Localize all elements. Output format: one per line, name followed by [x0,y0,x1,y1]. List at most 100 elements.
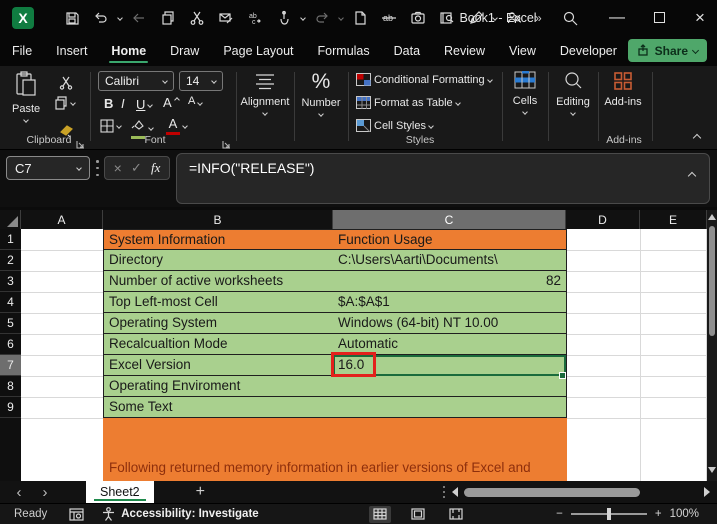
tab-developer[interactable]: Developer [548,35,629,66]
cell-c8[interactable] [333,376,567,397]
column-header-a[interactable]: A [21,210,103,229]
cell-c3[interactable]: 82 [333,271,567,292]
font-name-select[interactable]: Calibri [98,71,174,91]
cell-b7[interactable]: Excel Version [103,355,334,376]
cut-icon[interactable] [185,6,209,30]
back-icon[interactable] [127,6,151,30]
collapse-ribbon-icon[interactable] [692,133,702,143]
translate-icon[interactable]: ab c [243,6,267,30]
mail-icon[interactable] [214,6,238,30]
zoom-slider[interactable] [570,508,647,520]
cell-c1[interactable]: Function Usage [333,229,567,250]
bold-button[interactable]: B [104,96,113,111]
cell-b1[interactable]: System Information [103,229,334,250]
cut-icon[interactable] [54,71,78,95]
sheet-tab-sheet2[interactable]: Sheet2 [86,481,154,503]
tab-draw[interactable]: Draw [158,35,211,66]
column-header-c[interactable]: C [333,210,566,229]
row-header-9[interactable]: 9 [0,397,21,418]
column-header-d[interactable]: D [566,210,640,229]
name-box-splitter[interactable] [96,160,99,176]
cells-button[interactable]: Cells [504,71,546,115]
cell-styles-button[interactable]: Cell Styles [356,119,434,132]
horizontal-scrollbar[interactable] [452,484,710,500]
row-header-6[interactable]: 6 [0,334,21,355]
row-header-5[interactable]: 5 [0,313,21,334]
minimize-button[interactable]: — [600,0,634,35]
formula-input[interactable]: =INFO("RELEASE") [176,153,710,204]
prev-sheet-icon[interactable]: ‹ [6,484,32,501]
format-as-table-button[interactable]: Format as Table [356,96,461,109]
select-all-button[interactable] [0,210,21,229]
tab-insert[interactable]: Insert [44,35,99,66]
scroll-up-icon[interactable] [708,214,716,220]
conditional-formatting-button[interactable]: Conditional Formatting [356,73,493,86]
page-break-view-icon[interactable] [445,506,467,523]
zoom-in-icon[interactable]: + [655,508,662,520]
horizontal-scroll-thumb[interactable] [464,487,640,497]
increase-font-button[interactable]: A [163,95,180,110]
scroll-down-icon[interactable] [708,467,716,473]
zoom-slider-handle[interactable] [606,508,611,520]
accessibility-icon[interactable] [102,507,115,521]
zoom-out-icon[interactable]: − [556,508,563,520]
touch-mode-icon[interactable] [272,6,296,30]
font-color-button[interactable]: A [166,116,188,135]
cell-b4[interactable]: Top Left-most Cell [103,292,334,313]
zoom-level[interactable]: 100% [670,508,699,520]
undo-icon[interactable] [89,6,113,30]
row-header-3[interactable]: 3 [0,271,21,292]
cell-b3[interactable]: Number of active worksheets [103,271,334,292]
number-button[interactable]: % Number [296,70,346,117]
cell-b8[interactable]: Operating Enviroment [103,376,334,397]
tab-review[interactable]: Review [432,35,497,66]
search-icon[interactable] [558,6,582,30]
column-header-e[interactable]: E [640,210,707,229]
new-file-icon[interactable] [348,6,372,30]
page-layout-view-icon[interactable] [407,506,429,523]
formula-bar-collapse-icon[interactable] [687,171,697,181]
cell-c4[interactable]: $A:$A$1 [333,292,567,313]
next-sheet-icon[interactable]: › [32,484,58,501]
editing-button[interactable]: Editing [550,71,596,116]
row-header-1[interactable]: 1 [0,229,21,250]
font-dialog-launcher-icon[interactable] [222,136,231,149]
save-icon[interactable] [60,6,84,30]
vertical-scroll-thumb[interactable] [709,226,715,336]
decrease-font-button[interactable]: A [188,95,204,107]
cell-c2[interactable]: C:\Users\Aarti\Documents\ [333,250,567,271]
enter-icon[interactable]: ✓ [131,160,142,176]
cell-b2[interactable]: Directory [103,250,334,271]
insert-function-icon[interactable]: fx [151,160,160,176]
tab-data[interactable]: Data [382,35,432,66]
accessibility-status[interactable]: Accessibility: Investigate [121,508,258,520]
borders-button[interactable] [100,119,122,133]
camera-icon[interactable] [406,6,430,30]
tab-file[interactable]: File [0,35,44,66]
underline-button[interactable]: U [136,97,154,112]
tab-home[interactable]: Home [99,35,158,66]
share-button[interactable]: Share [627,39,707,62]
tab-view[interactable]: View [497,35,548,66]
tab-page-layout[interactable]: Page Layout [211,35,305,66]
undo-dropdown-icon[interactable] [117,14,123,21]
scroll-right-icon[interactable] [704,487,710,497]
row-header-2[interactable]: 2 [0,250,21,271]
fill-handle[interactable] [559,372,566,379]
row-header-8[interactable]: 8 [0,376,21,397]
paste-button[interactable]: Paste [12,71,40,123]
addins-button[interactable]: Add-ins [600,71,646,108]
strikethrough-icon[interactable]: ab [377,6,401,30]
clipboard-dialog-launcher-icon[interactable] [76,136,85,149]
tabbar-options-icon[interactable] [442,485,446,499]
redo-icon[interactable] [310,6,334,30]
italic-button[interactable]: I [121,96,125,111]
row-header-4[interactable]: 4 [0,292,21,313]
column-header-b[interactable]: B [103,210,333,229]
alignment-button[interactable]: Alignment [238,74,292,116]
normal-view-icon[interactable] [369,505,391,523]
redo-dropdown-icon[interactable] [338,14,344,21]
vertical-scrollbar[interactable] [707,210,717,481]
cell-b9[interactable]: Some Text [103,397,334,418]
add-sheet-button[interactable]: + [196,483,205,501]
